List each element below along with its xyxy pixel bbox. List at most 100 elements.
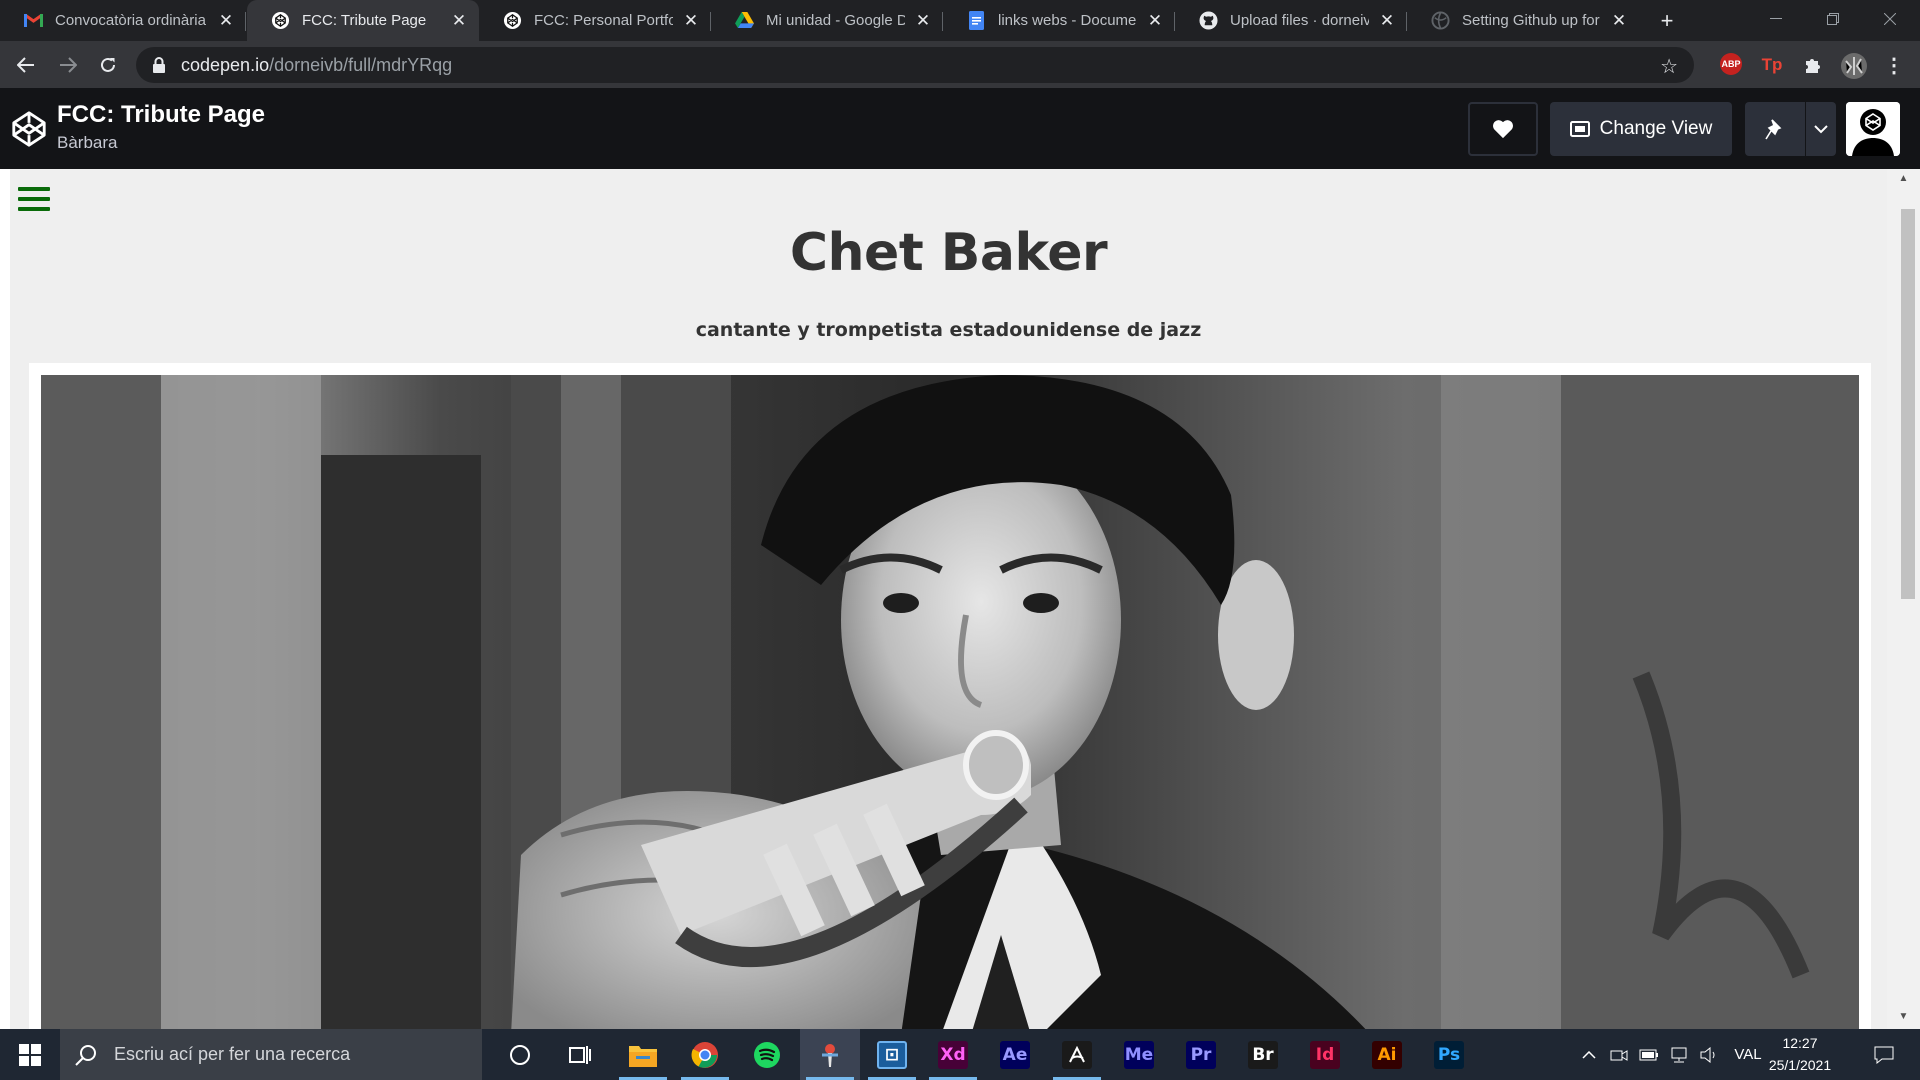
lock-icon [153,57,165,73]
acrobat-icon[interactable] [1047,1029,1107,1080]
pin-icon [1765,119,1782,140]
chrome-menu-icon[interactable]: ⋮ [1882,53,1906,77]
search-placeholder: Escriu ací per fer una recerca [114,1044,351,1064]
codepen-header: FCC: Tribute Page Bàrbara Change View [0,88,1920,169]
close-tab-icon[interactable]: ✕ [681,11,701,31]
browser-tab-strip: Convocatòria ordinària ✕ FCC: Tribute Pa… [0,0,1920,41]
user-avatar[interactable] [1846,102,1900,156]
tab-title: Setting Github up for ( [1462,12,1601,29]
tab-title: Convocatòria ordinària [55,12,206,29]
adblock-plus-icon[interactable]: ABP [1720,53,1742,75]
clock-date: 25/1/2021 [1768,1057,1832,1073]
browser-toolbar: codepen.io/dorneivb/full/mdrYRqg ☆ ABP T… [0,41,1920,88]
after-effects-icon[interactable]: Ae [985,1029,1045,1080]
start-button[interactable] [0,1029,60,1080]
page-scrollbar[interactable]: ▲ ▼ [1887,169,1920,1029]
windows-logo-icon [19,1043,41,1066]
volume-icon[interactable] [1696,1029,1722,1080]
close-tab-icon[interactable]: ✕ [1609,11,1629,31]
forward-button[interactable] [52,49,84,81]
indesign-icon[interactable]: Id [1295,1029,1355,1080]
scrollbar-thumb[interactable] [1901,209,1915,599]
extensions-puzzle-icon[interactable] [1801,53,1825,77]
google-drive-icon [735,11,754,30]
url-path: /dorneivb/full/mdrYRqg [269,54,453,75]
tab-title: FCC: Tribute Page [302,12,427,29]
browser-tab[interactable]: Setting Github up for ( ✕ [1407,0,1639,41]
task-view-icon[interactable] [550,1029,610,1080]
close-tab-icon[interactable]: ✕ [913,11,933,31]
spotify-icon[interactable] [737,1029,797,1080]
close-tab-icon[interactable]: ✕ [449,11,469,31]
network-icon[interactable] [1666,1029,1692,1080]
hamburger-menu-icon[interactable] [18,187,50,211]
tribute-page-viewport: Chet Baker cantante y trompetista estado… [10,169,1887,1029]
scroll-down-arrow-icon[interactable]: ▼ [1887,1011,1920,1025]
close-window-button[interactable] [1860,0,1920,38]
meet-now-icon[interactable] [1606,1029,1632,1080]
close-tab-icon[interactable]: ✕ [1377,11,1397,31]
page-title: Chet Baker [789,223,1108,283]
tab-title: Mi unidad - Google Dr [766,12,905,29]
cortana-icon[interactable] [490,1029,550,1080]
pinned-app-icon[interactable] [800,1029,860,1080]
photoshop-icon[interactable]: Ps [1419,1029,1479,1080]
reload-button[interactable] [92,49,124,81]
browser-tab[interactable]: Convocatòria ordinària ✕ [0,0,246,41]
love-button[interactable] [1468,102,1538,156]
media-encoder-icon[interactable]: Me [1109,1029,1169,1080]
browser-tab[interactable]: FCC: Personal Portfolio ✕ [479,0,711,41]
browser-tab-active[interactable]: FCC: Tribute Page ✕ [247,0,479,41]
tab-title: Upload files · dorneivb [1230,12,1369,29]
restore-window-button[interactable] [1803,0,1863,38]
pin-dropdown-button[interactable] [1806,102,1836,156]
heart-icon [1493,120,1513,139]
new-tab-button[interactable]: + [1654,8,1680,34]
globe-icon [1431,11,1450,30]
illustrator-icon[interactable]: Ai [1357,1029,1417,1080]
bridge-icon[interactable]: Br [1233,1029,1293,1080]
change-view-button[interactable]: Change View [1550,102,1732,156]
change-view-label: Change View [1599,118,1713,139]
browser-tab[interactable]: Upload files · dorneivb ✕ [1175,0,1407,41]
tab-title: FCC: Personal Portfolio [534,12,673,29]
bookmark-star-icon[interactable]: ☆ [1660,54,1678,79]
minimize-window-button[interactable] [1746,0,1806,38]
chrome-icon[interactable] [675,1029,735,1080]
taskbar-search-box[interactable]: Escriu ací per fer una recerca [60,1029,482,1080]
pen-author[interactable]: Bàrbara [57,133,117,153]
codepen-icon [503,11,522,30]
close-tab-icon[interactable]: ✕ [1145,11,1165,31]
back-button[interactable] [10,49,42,81]
clock-time: 12:27 [1782,1035,1818,1051]
gmail-icon [24,11,43,30]
adobe-xd-icon[interactable]: Xd [923,1029,983,1080]
premiere-pro-icon[interactable]: Pr [1171,1029,1231,1080]
battery-icon[interactable] [1636,1029,1662,1080]
pin-button[interactable] [1745,102,1805,156]
system-clock[interactable]: 12:27 25/1/2021 [1762,1032,1838,1076]
tribute-photo [41,375,1859,1029]
browser-tab[interactable]: Mi unidad - Google Dr ✕ [711,0,943,41]
image-frame [29,363,1871,1029]
profile-avatar[interactable] [1841,53,1867,79]
address-bar[interactable]: codepen.io/dorneivb/full/mdrYRqg ☆ [136,47,1694,83]
github-icon [1199,11,1218,30]
tp-extension-icon[interactable]: Tp [1760,53,1784,77]
google-docs-icon [967,11,986,30]
chevron-down-icon [1814,124,1828,133]
pinned-app-icon[interactable]: ⊡ [862,1029,922,1080]
action-center-icon[interactable] [1864,1029,1904,1080]
browser-tab[interactable]: links webs - Document ✕ [943,0,1175,41]
page-subtitle: cantante y trompetista estadounidense de… [695,319,1202,341]
file-explorer-icon[interactable] [613,1029,673,1080]
codepen-logo-icon[interactable] [10,110,48,148]
search-icon [75,1044,96,1066]
codepen-icon [271,11,290,30]
pen-title[interactable]: FCC: Tribute Page [57,101,265,129]
windows-taskbar: Escriu ací per fer una recerca ⊡ Xd Ae M [0,1029,1920,1080]
scroll-up-arrow-icon[interactable]: ▲ [1887,173,1920,187]
url-host: codepen.io [181,54,270,75]
show-hidden-icons-chevron-icon[interactable] [1578,1029,1600,1080]
close-tab-icon[interactable]: ✕ [216,11,236,31]
